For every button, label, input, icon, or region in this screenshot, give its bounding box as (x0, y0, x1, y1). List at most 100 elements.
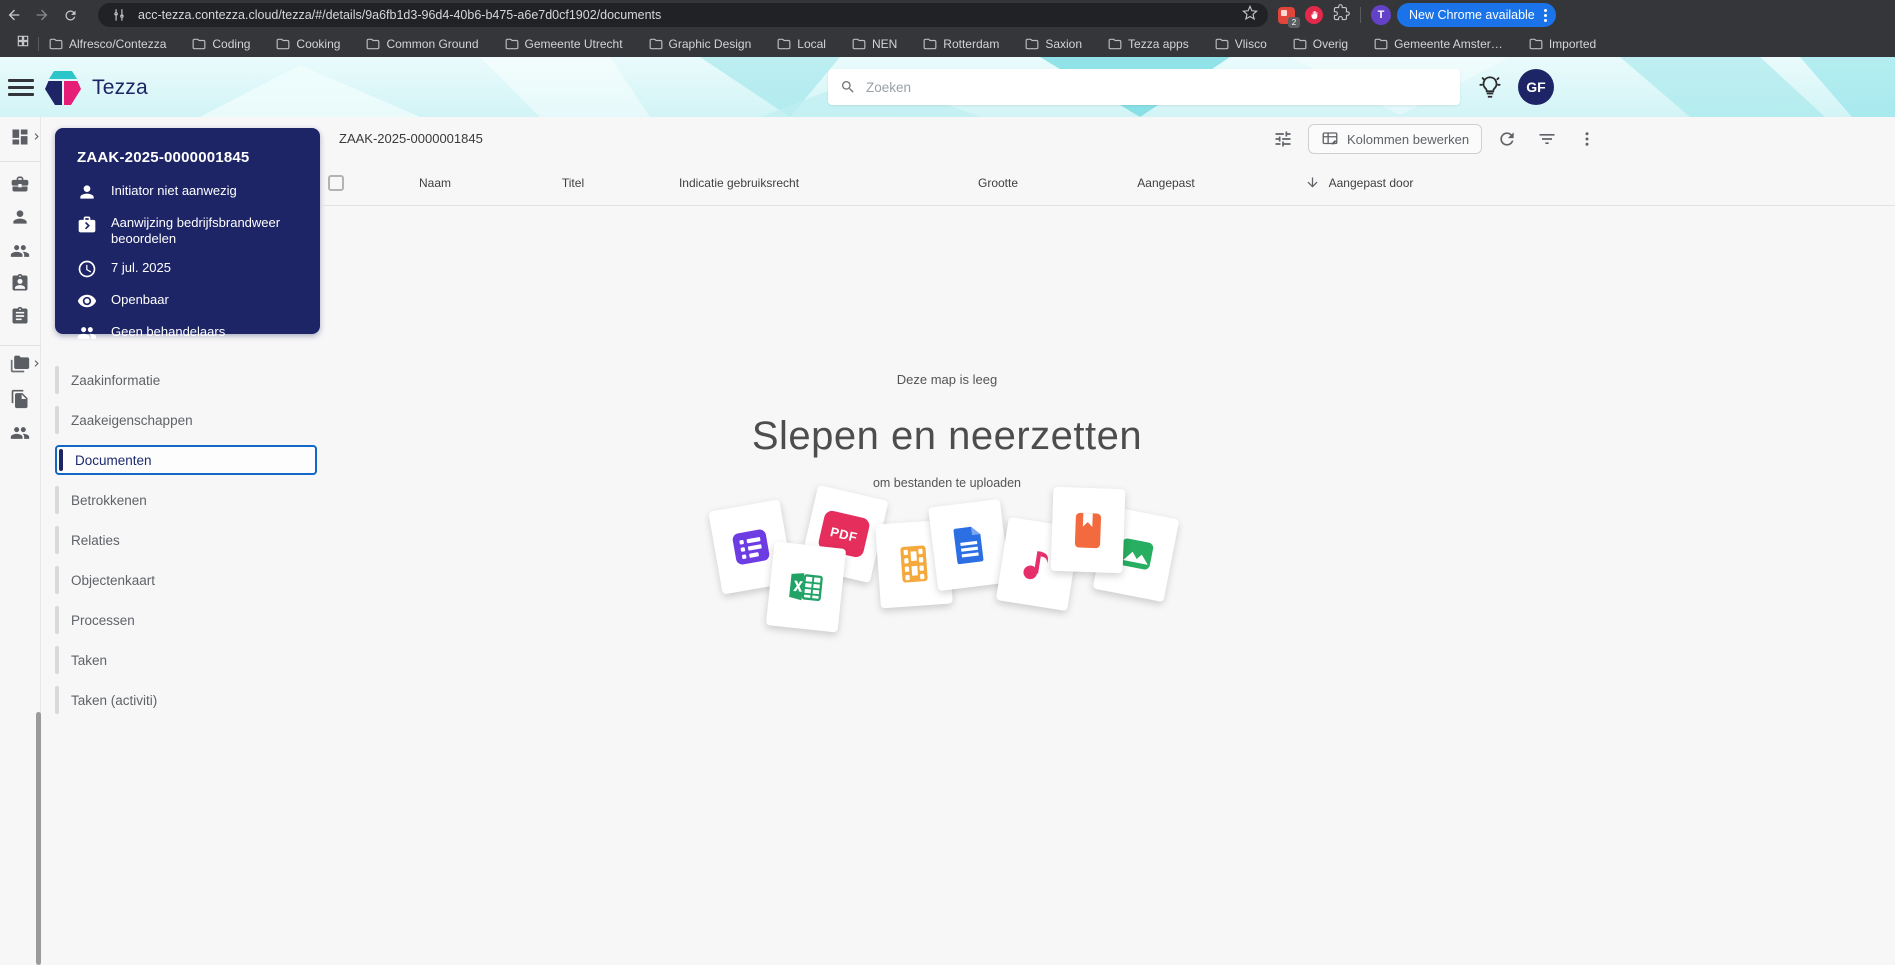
bookmark-folder[interactable]: Vlisco (1215, 37, 1267, 51)
scrollbar-thumb[interactable] (36, 712, 41, 965)
assignment-icon[interactable] (10, 306, 30, 331)
bookmark-folder[interactable]: Local (777, 37, 826, 51)
lightbulb-icon[interactable] (1477, 74, 1503, 105)
eye-icon (77, 294, 97, 308)
book-file-icon (1074, 512, 1102, 549)
search-icon (842, 81, 854, 93)
column-header-indicatie[interactable]: Indicatie gebruiksrecht (679, 176, 799, 190)
nav-item-zaakinformatie[interactable]: Zaakinformatie (55, 365, 317, 395)
bookmark-folder[interactable]: Graphic Design (649, 37, 751, 51)
bookmark-folder[interactable]: Overig (1293, 37, 1348, 51)
expand-folders-chevron-icon[interactable] (30, 357, 43, 375)
browser-profile-avatar[interactable]: T (1371, 5, 1391, 25)
back-icon[interactable] (0, 1, 28, 29)
case-task-label: Aanwijzing bedrijfsbrandweer beoordelen (111, 215, 281, 246)
search-input[interactable] (866, 79, 1448, 95)
nav-item-betrokkenen[interactable]: Betrokkenen (55, 485, 317, 515)
documents-icon[interactable] (10, 389, 30, 414)
bookmark-star-icon[interactable] (1241, 4, 1259, 26)
extension-red-icon[interactable]: 2 (1278, 6, 1300, 28)
book-file-card (1050, 486, 1126, 574)
people-icon[interactable] (10, 241, 30, 266)
search-box[interactable] (828, 69, 1460, 105)
divider (38, 36, 39, 51)
assignment-person-icon[interactable] (10, 273, 30, 298)
edit-columns-label: Kolommen bewerken (1347, 131, 1470, 147)
url-text[interactable]: acc-tezza.contezza.cloud/tezza/#/details… (138, 8, 1234, 22)
chrome-update-pill[interactable]: New Chrome available (1397, 3, 1556, 27)
address-bar[interactable]: acc-tezza.contezza.cloud/tezza/#/details… (98, 3, 1268, 27)
extension-badge: 2 (1288, 16, 1300, 28)
bookmark-folder[interactable]: Rotterdam (923, 37, 999, 51)
bookmark-folder[interactable]: Saxion (1025, 37, 1082, 51)
case-visibility-label: Openbaar (111, 292, 169, 307)
nav-item-documenten[interactable]: Documenten (55, 445, 317, 475)
more-options-icon[interactable] (1572, 124, 1602, 154)
breadcrumb[interactable]: ZAAK-2025-0000001845 (339, 131, 483, 146)
documents-table-header: Naam Titel Indicatie gebruiksrecht Groot… (322, 161, 1895, 206)
bookmark-folder[interactable]: Cooking (276, 37, 340, 51)
menu-icon[interactable] (8, 75, 34, 99)
adblock-hand-icon[interactable] (1305, 6, 1323, 24)
edit-columns-button[interactable]: Kolommen bewerken (1308, 124, 1483, 154)
forward-icon[interactable] (28, 1, 56, 29)
select-all-checkbox[interactable] (328, 175, 344, 191)
empty-folder-message: Deze map is leeg (896, 372, 998, 387)
cases-icon[interactable] (10, 174, 30, 199)
folders-icon[interactable] (10, 354, 30, 379)
nav-item-zaakeigenschappen[interactable]: Zaakeigenschappen (55, 405, 317, 435)
case-initiator-row: Initiator niet aanwezig (77, 183, 300, 202)
nav-item-taken[interactable]: Taken (55, 645, 317, 675)
brand-name: Tezza (92, 76, 148, 99)
filter-list-icon[interactable] (1532, 124, 1562, 154)
expand-dashboard-chevron-icon[interactable] (30, 130, 43, 148)
nav-item-relaties[interactable]: Relaties (55, 525, 317, 555)
site-info-icon[interactable] (108, 4, 130, 26)
video-file-icon (900, 545, 928, 583)
person-icon[interactable] (10, 207, 30, 232)
refresh-icon[interactable] (56, 1, 84, 29)
empty-state: Deze map is leeg Slepen en neerzetten om… (322, 372, 1572, 490)
bookmark-folder[interactable]: Alfresco/Contezza (49, 37, 166, 51)
tezza-logo-icon (45, 71, 81, 105)
spreadsheet-file-icon (789, 573, 823, 602)
bookmark-folder[interactable]: Gemeente Utrecht (505, 37, 623, 51)
task-icon (78, 216, 96, 233)
bookmark-folder[interactable]: Imported (1529, 37, 1596, 51)
column-header-titel[interactable]: Titel (562, 176, 584, 190)
sort-descending-icon[interactable] (1305, 175, 1320, 195)
nav-item-objectenkaart[interactable]: Objectenkaart (55, 565, 317, 595)
nav-item-processen[interactable]: Processen (55, 605, 317, 635)
user-avatar[interactable]: GF (1518, 69, 1554, 105)
bookmark-folder[interactable]: Gemeente Amster… (1374, 37, 1503, 51)
case-visibility-row: Openbaar (77, 292, 300, 311)
column-header-naam[interactable]: Naam (419, 176, 451, 190)
document-file-icon (953, 526, 984, 565)
case-summary-card: ZAAK-2025-0000001845 Initiator niet aanw… (55, 128, 320, 339)
team-icon[interactable] (10, 423, 30, 448)
case-task-row: Aanwijzing bedrijfsbrandweer beoordelen (77, 215, 300, 247)
filter-settings-icon[interactable] (1268, 124, 1298, 154)
apps-grid-icon[interactable] (16, 34, 30, 53)
nav-item-taken-activiti[interactable]: Taken (activiti) (55, 685, 317, 715)
chrome-menu-icon[interactable] (1541, 8, 1550, 22)
clock-icon (78, 260, 96, 278)
bookmark-folder[interactable]: Coding (192, 37, 250, 51)
edit-columns-icon (1322, 132, 1338, 145)
bookmark-folder[interactable]: Common Ground (366, 37, 479, 51)
column-header-aangepast-door[interactable]: Aangepast door (1329, 176, 1414, 190)
case-id-title: ZAAK-2025-0000001845 (77, 149, 250, 166)
bookmark-folder[interactable]: Tezza apps (1108, 37, 1189, 51)
case-handlers-row: Geen behandelaars (77, 324, 300, 343)
drop-zone-title: Slepen en neerzetten (751, 414, 1143, 458)
case-handlers-label: Geen behandelaars (111, 324, 226, 339)
screen: acc-tezza.contezza.cloud/tezza/#/details… (0, 0, 1895, 965)
dashboard-icon[interactable] (10, 127, 30, 152)
extensions-icon[interactable] (1333, 4, 1350, 26)
bookmark-folder[interactable]: NEN (852, 37, 897, 51)
person-icon (80, 185, 94, 199)
column-header-grootte[interactable]: Grootte (978, 176, 1018, 190)
refresh-list-icon[interactable] (1492, 124, 1522, 154)
brand[interactable]: Tezza (44, 68, 148, 108)
column-header-aangepast[interactable]: Aangepast (1137, 176, 1194, 190)
